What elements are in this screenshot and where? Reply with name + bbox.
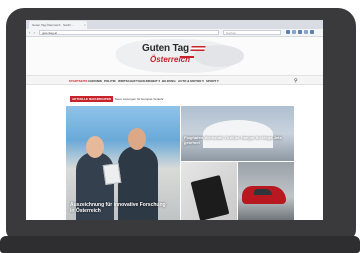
nav-item-startseite[interactable]: STARTSEITE xyxy=(69,79,87,83)
home-icon[interactable] xyxy=(298,30,302,34)
article-photo-person xyxy=(128,128,146,150)
nav-item-gesundheit[interactable]: GESUNDHEIT ▾ xyxy=(138,79,160,83)
site-logo-subtitle[interactable]: Österreich xyxy=(150,55,190,64)
nav-item-chronik[interactable]: CHRONIK xyxy=(88,79,102,83)
close-icon[interactable]: × xyxy=(84,23,86,27)
browser-window: Guten Tag Österreich · Nachr... × ‹ › gu… xyxy=(26,20,323,220)
address-toolbar: ‹ › gutentag.at Suchen xyxy=(26,29,323,37)
extension-icon[interactable] xyxy=(304,30,308,34)
nav-item-wirtschaft[interactable]: WIRTSCHAFT xyxy=(118,79,138,83)
browser-tab[interactable]: Guten Tag Österreich · Nachr... × xyxy=(29,21,87,29)
news-ticker: AKTUELLE NACHRICHTEN Neue Lösungen für E… xyxy=(70,96,164,102)
article-card-bottom-left[interactable] xyxy=(181,162,237,220)
article-card-bottom-right[interactable] xyxy=(238,162,294,220)
nav-item-auto-motor[interactable]: AUTO & MOTOR ▾ xyxy=(178,79,204,83)
search-input[interactable]: Suchen xyxy=(223,30,281,35)
austria-flag-icon xyxy=(190,46,206,51)
site-logo-title[interactable]: Guten Tag xyxy=(142,43,189,54)
article-photo-car xyxy=(254,189,272,195)
download-icon[interactable] xyxy=(292,30,296,34)
article-card-top-right[interactable]: Flughafen-Werkstatt: Größter Hangar für … xyxy=(181,106,294,161)
back-forward-icon[interactable]: ‹ › xyxy=(29,30,36,35)
article-headline[interactable]: Auszeichnung für innovative Forschung in… xyxy=(70,202,170,214)
nav-item-politik[interactable]: POLITIK xyxy=(104,79,116,83)
ticker-label: AKTUELLE NACHRICHTEN xyxy=(70,96,113,102)
ticker-headline[interactable]: Neue Lösungen für Europas Verkehr xyxy=(113,97,164,101)
laptop-base xyxy=(0,236,360,253)
bookmark-icon[interactable] xyxy=(286,30,290,34)
tab-bar: Guten Tag Österreich · Nachr... × xyxy=(26,20,323,29)
search-icon[interactable]: ⚲ xyxy=(294,78,298,84)
url-bar[interactable]: gutentag.at xyxy=(39,30,219,35)
nav-item-bildung[interactable]: BILDUNG xyxy=(162,79,176,83)
article-photo-award xyxy=(102,162,122,186)
article-photo-phone xyxy=(190,174,230,220)
article-headline[interactable]: Flughafen-Werkstatt: Größter Hangar für … xyxy=(184,135,288,145)
toolbar-icons xyxy=(286,30,314,34)
menu-icon[interactable] xyxy=(310,30,314,34)
main-navigation: STARTSEITE CHRONIK POLITIK WIRTSCHAFT GE… xyxy=(26,75,323,85)
site-header: Guten Tag Österreich xyxy=(26,37,323,75)
tab-title: Guten Tag Österreich · Nachr... xyxy=(32,23,74,27)
article-card-main[interactable]: Auszeichnung für innovative Forschung in… xyxy=(66,106,180,220)
nav-item-sport[interactable]: SPORT ▾ xyxy=(206,79,219,83)
article-photo-person xyxy=(86,136,104,158)
